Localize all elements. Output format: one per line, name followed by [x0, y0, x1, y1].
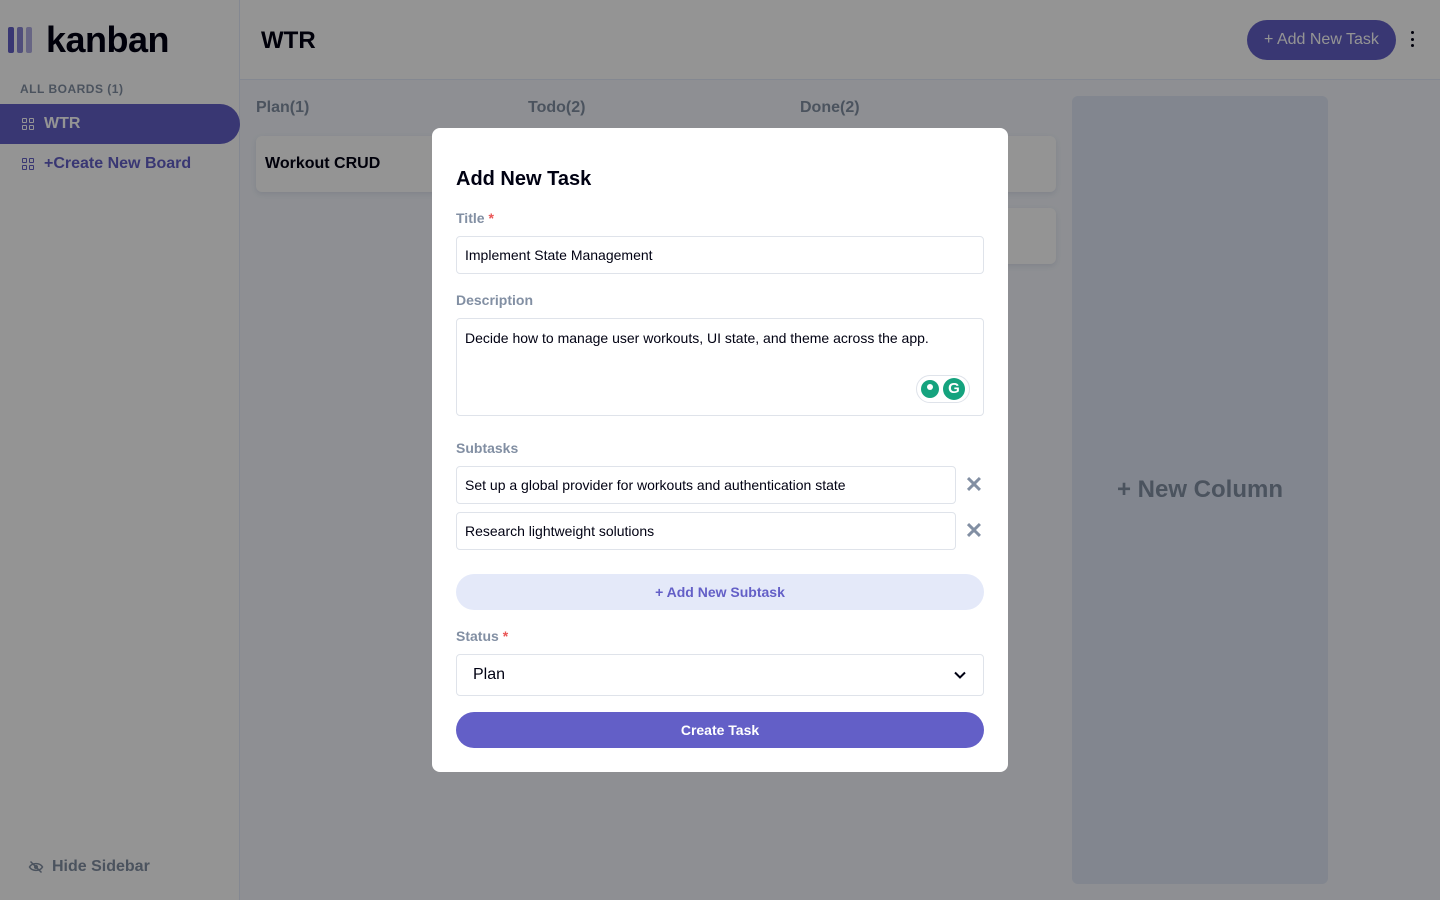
- title-label-text: Title: [456, 210, 485, 226]
- description-textarea[interactable]: Decide how to manage user workouts, UI s…: [456, 318, 984, 416]
- remove-subtask-icon[interactable]: ✕: [964, 520, 984, 542]
- subtask-row: Set up a global provider for workouts an…: [456, 466, 984, 504]
- required-mark: *: [502, 628, 509, 644]
- required-mark: *: [488, 210, 494, 226]
- subtask-row: Research lightweight solutions ✕: [456, 512, 984, 550]
- status-select[interactable]: Plan: [456, 654, 984, 696]
- subtask-input[interactable]: Research lightweight solutions: [456, 512, 956, 550]
- remove-subtask-icon[interactable]: ✕: [964, 474, 984, 496]
- create-task-button[interactable]: Create Task: [456, 712, 984, 748]
- description-text: Decide how to manage user workouts, UI s…: [465, 330, 929, 346]
- status-select-value: Plan: [473, 666, 506, 683]
- subtask-input[interactable]: Set up a global provider for workouts an…: [456, 466, 956, 504]
- chevron-down-icon: [954, 671, 966, 679]
- title-field-label: Title *: [456, 210, 494, 226]
- status-label-text: Status: [456, 628, 499, 644]
- add-new-subtask-button[interactable]: + Add New Subtask: [456, 574, 984, 610]
- lightbulb-icon: [921, 380, 939, 398]
- status-field-label: Status *: [456, 628, 508, 644]
- modal-title: Add New Task: [456, 168, 592, 190]
- subtasks-field-label: Subtasks: [456, 440, 519, 456]
- grammarly-widget[interactable]: G: [916, 375, 970, 403]
- title-input[interactable]: Implement State Management: [456, 236, 984, 274]
- add-task-modal: Add New Task Title * Implement State Mana…: [432, 128, 1008, 772]
- description-field-label: Description: [456, 292, 534, 308]
- grammarly-icon: G: [943, 378, 965, 400]
